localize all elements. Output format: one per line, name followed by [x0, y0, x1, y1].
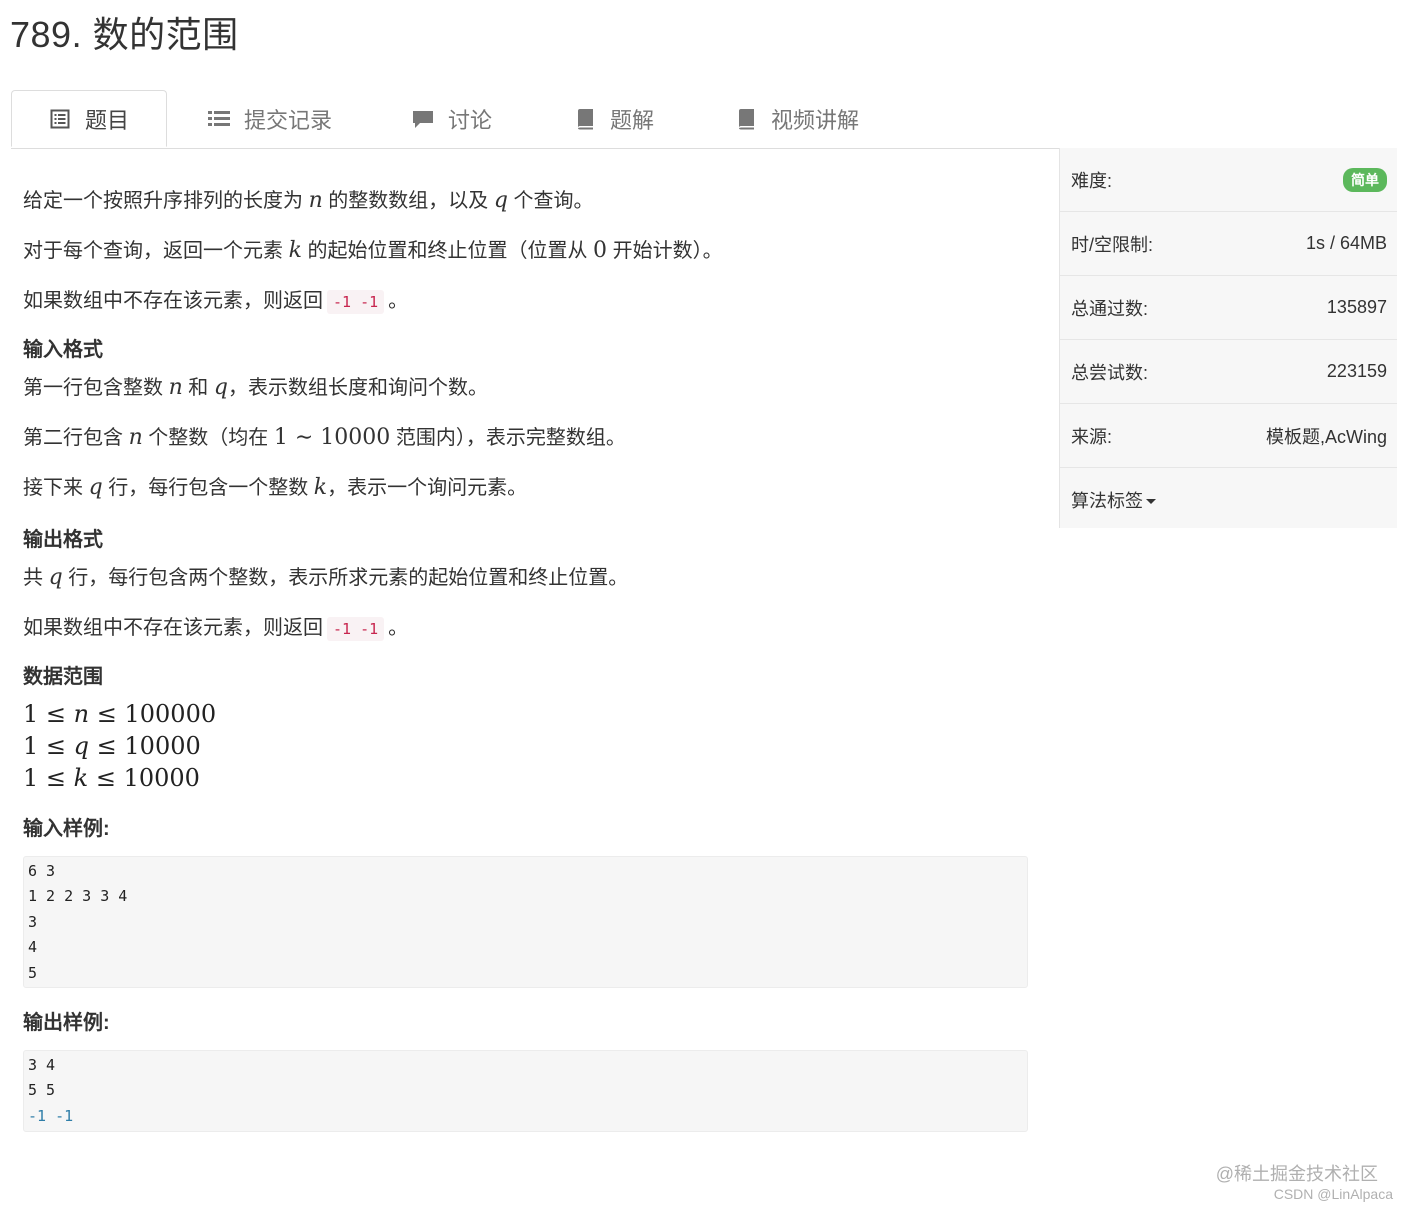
code-line: 6 3	[28, 862, 56, 880]
difficulty-label: 难度:	[1071, 170, 1113, 191]
desc-paragraph-2: 对于每个查询，返回一个元素 k 的起始位置和终止位置（位置从 0 开始计数）。	[23, 238, 723, 263]
list-alt-icon	[49, 108, 71, 130]
code-line: 1 2 2 3 3 4	[28, 887, 128, 906]
sample-output-block[interactable]: 3 4 5 5 -1 -1	[23, 1050, 1028, 1132]
tab-label: 讨论	[448, 108, 493, 133]
juejin-watermark: @稀土掘金技术社区	[1215, 1164, 1378, 1184]
tab-bar: 题目 提交记录 讨论 题解 视频讲解	[11, 90, 1396, 149]
sample-input-block[interactable]: 6 3 1 2 2 3 3 4 3 4 5	[23, 856, 1028, 988]
sample-output-heading: 输出样例:	[23, 1012, 110, 1034]
tab-video[interactable]: 视频讲解	[735, 90, 859, 148]
code-line: 5	[28, 963, 38, 982]
list-icon	[208, 108, 230, 130]
caret-down-icon	[1146, 499, 1156, 505]
desc-paragraph-1: 给定一个按照升序排列的长度为 n 的整数数组，以及 q 个查询。	[23, 188, 594, 213]
difficulty-row: 难度: 简单	[1060, 148, 1397, 212]
code-line: 3 4	[28, 1056, 56, 1074]
code-line: -1 -1	[28, 1106, 74, 1125]
tab-label: 题目	[85, 107, 130, 133]
range-formula: 1 ≤ k ≤ 10000	[23, 764, 200, 792]
algorithm-tags-row: 算法标签	[1060, 468, 1397, 531]
tab-discussion[interactable]: 讨论	[412, 90, 492, 148]
difficulty-badge: 简单	[1343, 167, 1387, 192]
output-paragraph-2: 如果数组中不存在该元素，则返回 -1 -1。	[23, 617, 409, 641]
range-formula: 1 ≤ q ≤ 10000	[23, 732, 201, 760]
try-count-row: 总尝试数: 223159	[1060, 340, 1397, 404]
code-line: 5 5	[28, 1081, 56, 1100]
tab-submissions[interactable]: 提交记录	[208, 90, 332, 148]
csdn-watermark: CSDN @LinAlpaca	[1273, 1186, 1393, 1202]
tab-label: 视频讲解	[771, 108, 860, 133]
source-row: 来源: 模板题,AcWing	[1060, 404, 1397, 468]
source-label: 来源:	[1071, 426, 1113, 447]
page-title: 789. 数的范围	[10, 14, 239, 55]
try-count-label: 总尝试数:	[1071, 362, 1149, 383]
code-line: 4	[28, 938, 38, 957]
limit-value: 1s / 64MB	[1305, 233, 1387, 253]
limit-row: 时/空限制: 1s / 64MB	[1060, 212, 1397, 276]
tab-label: 提交记录	[244, 108, 333, 133]
code-line: 3	[28, 912, 38, 931]
tab-label: 题解	[610, 108, 655, 133]
tab-problem[interactable]: 题目	[11, 90, 168, 147]
source-value[interactable]: 模板题,AcWing	[1266, 423, 1387, 449]
algorithm-tags-toggle[interactable]: 算法标签	[1071, 487, 1156, 513]
algorithm-tags-label: 算法标签	[1071, 490, 1143, 511]
problem-info-sidebar: 难度: 简单 时/空限制: 1s / 64MB 总通过数: 135897 总尝试…	[1059, 148, 1397, 528]
try-count-value: 223159	[1326, 361, 1387, 381]
pass-count-row: 总通过数: 135897	[1060, 276, 1397, 340]
inline-code: -1 -1	[327, 290, 385, 314]
book-icon	[574, 108, 596, 130]
output-format-heading: 输出格式	[23, 529, 103, 551]
comment-icon	[412, 108, 434, 130]
input-paragraph-3: 接下来 q 行，每行包含一个整数 k，表示一个询问元素。	[23, 475, 528, 500]
range-formula: 1 ≤ n ≤ 100000	[23, 700, 217, 728]
sample-input-heading: 输入样例:	[23, 818, 110, 840]
desc-paragraph-3: 如果数组中不存在该元素，则返回 -1 -1。	[23, 290, 409, 314]
data-range-heading: 数据范围	[23, 666, 103, 688]
input-paragraph-1: 第一行包含整数 n 和 q，表示数组长度和询问个数。	[23, 375, 488, 400]
input-format-heading: 输入格式	[23, 339, 103, 361]
book-icon	[735, 108, 757, 130]
range-formulas: 1 ≤ n ≤ 100000 1 ≤ q ≤ 10000 1 ≤ k ≤ 100…	[23, 698, 1028, 794]
tab-solutions[interactable]: 题解	[574, 90, 654, 148]
pass-count-value: 135897	[1326, 297, 1387, 317]
limit-label: 时/空限制:	[1071, 234, 1154, 255]
pass-count-label: 总通过数:	[1071, 298, 1149, 319]
output-paragraph-1: 共 q 行，每行包含两个整数，表示所求元素的起始位置和终止位置。	[23, 565, 629, 590]
input-paragraph-2: 第二行包含 n 个整数（均在 1 ∼ 10000 范围内），表示完整数组。	[23, 425, 626, 450]
problem-content: 给定一个按照升序排列的长度为 n 的整数数组，以及 q 个查询。 对于每个查询，…	[23, 182, 1028, 1132]
inline-code: -1 -1	[327, 617, 385, 641]
